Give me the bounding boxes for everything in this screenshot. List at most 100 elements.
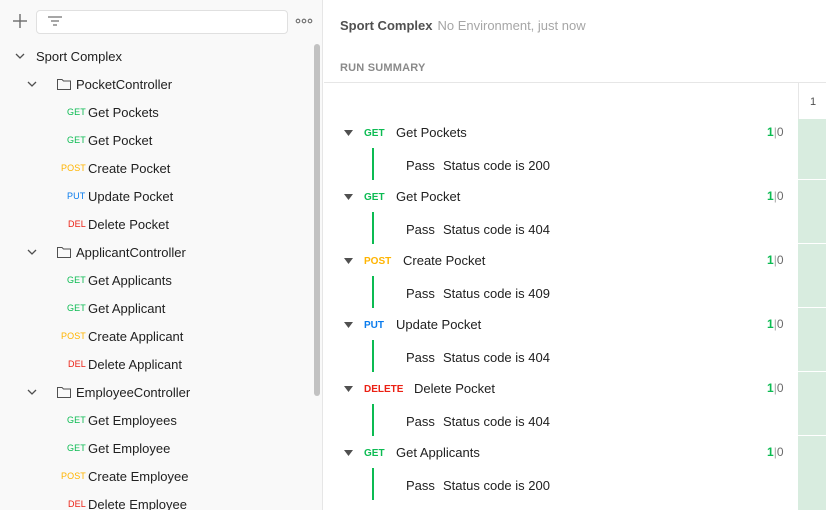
request-item[interactable]: GET Get Pocket <box>0 126 316 154</box>
folder-item[interactable]: ApplicantController <box>0 238 316 266</box>
folder-name: PocketController <box>76 77 173 92</box>
test-name: Status code is 404 <box>443 222 550 237</box>
result-request-name[interactable]: Get Pocket <box>396 189 460 204</box>
result-method: PUT <box>364 320 384 331</box>
iteration-number: 1 <box>810 96 817 108</box>
folder-item[interactable]: EmployeeController <box>0 378 316 406</box>
request-name: Update Pocket <box>88 189 174 204</box>
test-status: Pass <box>406 286 435 301</box>
request-item[interactable]: DEL Delete Applicant <box>0 350 316 378</box>
method-badge: POST <box>61 331 86 341</box>
result-count: 1|0 <box>767 253 784 267</box>
request-item[interactable]: POST Create Employee <box>0 462 316 490</box>
request-item[interactable]: POST Create Pocket <box>0 154 316 182</box>
result-request-name[interactable]: Create Pocket <box>403 253 485 268</box>
request-result: GET Get Pocket 1|0 Pass Status code is 4… <box>324 180 794 244</box>
iteration-separator <box>798 371 826 372</box>
iteration-result-fill[interactable] <box>798 119 826 510</box>
chevron-down-icon[interactable] <box>27 79 37 89</box>
run-header: Sport Complex No Environment, just now <box>340 18 586 34</box>
request-name: Get Applicants <box>88 273 172 288</box>
request-result: DELETE Delete Pocket 1|0 Pass Status cod… <box>324 372 794 436</box>
more-options-button[interactable] <box>294 12 314 30</box>
method-badge: GET <box>67 275 86 285</box>
failed-count: 0 <box>776 381 784 395</box>
pass-indicator <box>372 468 374 500</box>
pass-indicator <box>372 404 374 436</box>
chevron-down-icon[interactable] <box>27 247 37 257</box>
collection-item[interactable]: Sport Complex <box>0 42 316 70</box>
collection-name: Sport Complex <box>36 49 122 64</box>
passed-count: 1 <box>767 189 774 203</box>
test-name: Status code is 409 <box>443 286 550 301</box>
request-item[interactable]: PUT Update Pocket <box>0 182 316 210</box>
method-badge: DEL <box>68 359 86 369</box>
result-count: 1|0 <box>767 189 784 203</box>
request-name: Get Pockets <box>88 105 159 120</box>
iteration-separator <box>798 179 826 180</box>
iteration-header[interactable]: 1 <box>798 83 826 119</box>
request-item[interactable]: GET Get Applicants <box>0 266 316 294</box>
method-badge: GET <box>67 135 86 145</box>
folder-item[interactable]: PocketController <box>0 70 316 98</box>
result-request-name[interactable]: Delete Pocket <box>414 381 495 396</box>
test-status: Pass <box>406 222 435 237</box>
request-item[interactable]: GET Get Pockets <box>0 98 316 126</box>
request-name: Get Applicant <box>88 301 166 316</box>
request-name: Delete Pocket <box>88 217 169 232</box>
pass-indicator <box>372 212 374 244</box>
test-name: Status code is 200 <box>443 158 550 173</box>
request-result: PUT Update Pocket 1|0 Pass Status code i… <box>324 308 794 372</box>
chevron-down-icon[interactable] <box>15 51 25 61</box>
method-badge: GET <box>67 415 86 425</box>
passed-count: 1 <box>767 125 774 139</box>
request-item[interactable]: DEL Delete Employee <box>0 490 316 510</box>
pass-indicator <box>372 340 374 372</box>
run-results-panel: Sport Complex No Environment, just now RU… <box>324 0 826 510</box>
result-method: GET <box>364 448 385 459</box>
method-badge: POST <box>61 163 86 173</box>
caret-down-icon[interactable] <box>344 386 353 392</box>
filter-icon <box>48 16 62 26</box>
result-request-name[interactable]: Get Pockets <box>396 125 467 140</box>
request-name: Delete Employee <box>88 497 187 510</box>
folder-icon <box>57 387 71 398</box>
request-item[interactable]: GET Get Employee <box>0 434 316 462</box>
request-item[interactable]: DEL Delete Pocket <box>0 210 316 238</box>
request-item[interactable]: GET Get Employees <box>0 406 316 434</box>
request-item[interactable]: POST Create Applicant <box>0 322 316 350</box>
folder-name: EmployeeController <box>76 385 191 400</box>
caret-down-icon[interactable] <box>344 322 353 328</box>
iteration-separator <box>798 307 826 308</box>
test-status: Pass <box>406 478 435 493</box>
caret-down-icon[interactable] <box>344 130 353 136</box>
filter-input[interactable] <box>36 10 288 34</box>
test-status: Pass <box>406 350 435 365</box>
caret-down-icon[interactable] <box>344 450 353 456</box>
method-badge: DEL <box>68 499 86 509</box>
new-button[interactable] <box>10 11 30 31</box>
sidebar-scrollbar[interactable] <box>314 44 320 396</box>
iteration-column: 1 <box>798 83 826 510</box>
caret-down-icon[interactable] <box>344 258 353 264</box>
failed-count: 0 <box>776 125 784 139</box>
plus-icon <box>13 14 27 28</box>
chevron-down-icon[interactable] <box>27 387 37 397</box>
passed-count: 1 <box>767 253 774 267</box>
pass-indicator <box>372 276 374 308</box>
result-request-name[interactable]: Get Applicants <box>396 445 480 460</box>
test-name: Status code is 200 <box>443 478 550 493</box>
result-count: 1|0 <box>767 445 784 459</box>
result-count: 1|0 <box>767 125 784 139</box>
run-summary-heading: RUN SUMMARY <box>340 62 426 74</box>
caret-down-icon[interactable] <box>344 194 353 200</box>
failed-count: 0 <box>776 317 784 331</box>
method-badge: GET <box>67 107 86 117</box>
result-request-name[interactable]: Update Pocket <box>396 317 481 332</box>
request-result: GET Get Pockets 1|0 Pass Status code is … <box>324 116 794 180</box>
collection-tree: Sport Complex PocketController GET Get P… <box>0 42 316 510</box>
method-badge: GET <box>67 443 86 453</box>
request-item[interactable]: GET Get Applicant <box>0 294 316 322</box>
sidebar-toolbar <box>0 0 322 42</box>
request-result: GET Get Applicants 1|0 Pass Status code … <box>324 436 794 500</box>
